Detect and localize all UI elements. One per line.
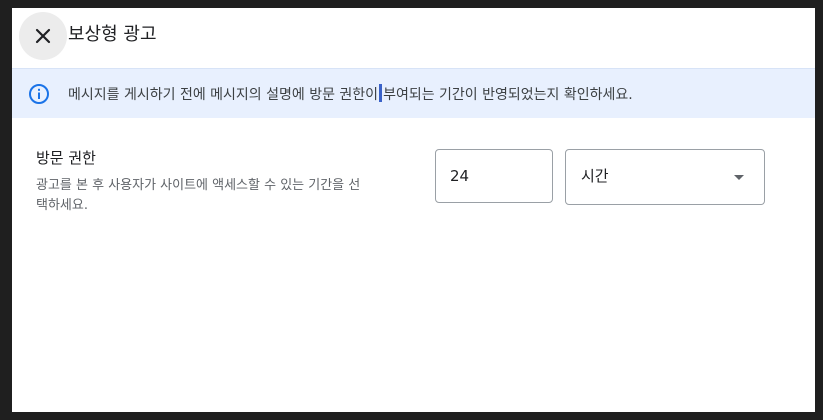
close-icon bbox=[35, 28, 51, 44]
dialog-title: 보상형 광고 bbox=[68, 24, 157, 45]
info-icon bbox=[29, 84, 49, 104]
text-cursor bbox=[379, 84, 383, 102]
info-banner: 메시지를 게시하기 전에 메시지의 설명에 방문 권한이 부여되는 기간이 반영되… bbox=[12, 68, 815, 118]
rewarded-ad-dialog: 보상형 광고 메시지를 게시하기 전에 메시지의 설명에 방문 권한이 부여되는 … bbox=[12, 8, 815, 412]
info-banner-text: 메시지를 게시하기 전에 메시지의 설명에 방문 권한이 부여되는 기간이 반영되… bbox=[68, 84, 633, 104]
duration-input[interactable] bbox=[435, 149, 553, 203]
arrow-drop-down-icon bbox=[734, 175, 744, 180]
dialog-header: 보상형 광고 bbox=[12, 8, 815, 68]
duration-unit-value: 시간 bbox=[581, 167, 609, 185]
visit-permission-description: 광고를 본 후 사용자가 사이트에 액세스할 수 있는 기간을 선택하세요. bbox=[36, 178, 361, 213]
duration-unit-select[interactable]: 시간 bbox=[565, 149, 765, 205]
visit-permission-label: 방문 권한 bbox=[36, 149, 96, 167]
info-text-part-1: 메시지를 게시하기 전에 메시지의 설명에 방문 권한이 bbox=[68, 87, 379, 103]
close-button[interactable] bbox=[19, 12, 67, 60]
info-text-part-2: 부여되는 기간이 반영되었는지 확인하세요. bbox=[383, 87, 633, 103]
